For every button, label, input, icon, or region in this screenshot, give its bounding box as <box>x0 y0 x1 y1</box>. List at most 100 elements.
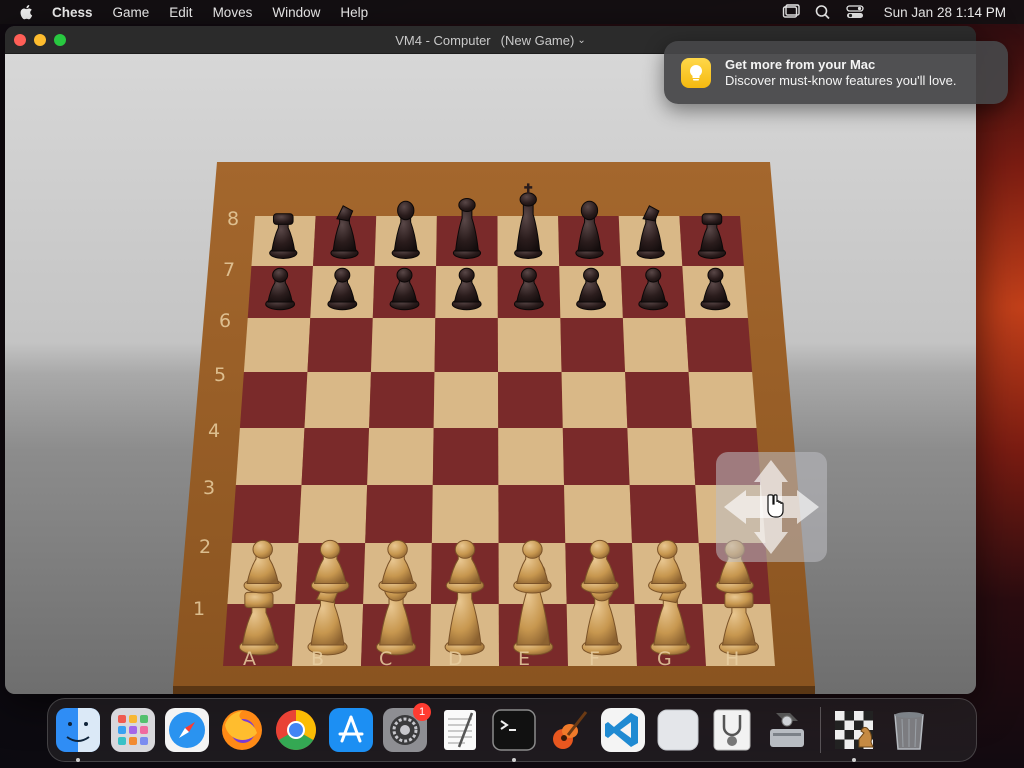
dock-garageband[interactable] <box>546 707 592 753</box>
dock-separator <box>820 707 821 753</box>
square-b5[interactable] <box>304 372 371 428</box>
menu-help[interactable]: Help <box>340 5 368 20</box>
square-a3[interactable] <box>231 485 302 543</box>
running-indicator <box>852 758 856 762</box>
dock-vscode[interactable] <box>600 707 646 753</box>
dock-chrome[interactable] <box>273 707 319 753</box>
status-area: Sun Jan 28 1:14 PM <box>782 4 1006 20</box>
rank-label-4: 4 <box>208 420 221 442</box>
dock-finder[interactable] <box>55 707 101 762</box>
rank-label-7: 7 <box>223 259 236 281</box>
menu-game[interactable]: Game <box>113 5 150 20</box>
file-label-e: E <box>518 648 531 670</box>
square-a6[interactable] <box>243 318 311 372</box>
dock-app-store[interactable] <box>328 707 374 753</box>
board-frame-edge <box>173 686 815 694</box>
square-b6[interactable] <box>307 318 373 372</box>
menu-window[interactable]: Window <box>272 5 320 20</box>
screen-mirroring-icon[interactable] <box>782 4 800 20</box>
menu-edit[interactable]: Edit <box>169 5 192 20</box>
running-indicator <box>76 758 80 762</box>
square-h6[interactable] <box>685 318 753 372</box>
square-g4[interactable] <box>627 428 696 485</box>
square-c3[interactable] <box>365 485 433 543</box>
square-f4[interactable] <box>562 428 630 485</box>
square-a5[interactable] <box>239 372 308 428</box>
square-e6[interactable] <box>497 318 562 372</box>
guitar-icon <box>552 711 587 749</box>
square-h5[interactable] <box>688 372 757 428</box>
launchpad-icon <box>110 708 155 752</box>
dock-blank-app[interactable] <box>655 707 701 753</box>
tips-notification[interactable]: Get more from your Mac Discover must-kno… <box>664 41 1008 104</box>
close-window-button[interactable] <box>14 33 26 46</box>
rank-label-5: 5 <box>214 364 227 386</box>
dock-trash[interactable] <box>886 707 932 753</box>
terminal-icon <box>492 709 536 751</box>
menu-moves[interactable]: Moves <box>213 5 253 20</box>
square-f6[interactable] <box>560 318 626 372</box>
square-d5[interactable] <box>433 372 499 428</box>
dock-textedit[interactable] <box>437 707 483 753</box>
safari-compass-icon <box>165 708 209 752</box>
rank-label-8: 8 <box>227 208 240 230</box>
dock-firefox[interactable] <box>219 707 265 753</box>
square-a4[interactable] <box>235 428 305 485</box>
spotlight-search-icon[interactable] <box>814 4 832 20</box>
file-label-b: B <box>311 648 325 670</box>
board-squares[interactable] <box>223 216 775 666</box>
disk-utility-icon <box>769 713 804 747</box>
control-center-icon[interactable] <box>846 4 864 20</box>
square-g3[interactable] <box>629 485 699 543</box>
file-label-g: G <box>657 648 672 670</box>
square-d3[interactable] <box>431 485 499 543</box>
game-scene: 8 7 6 5 4 3 2 1 A B C D E F G H <box>5 54 976 694</box>
square-f5[interactable] <box>561 372 628 428</box>
window-title-text: VM4 - Computer <box>395 32 491 48</box>
square-d4[interactable] <box>432 428 499 485</box>
dock: 1 <box>47 698 977 762</box>
finder-icon <box>56 708 100 752</box>
file-label-f: F <box>589 648 600 670</box>
square-c5[interactable] <box>369 372 435 428</box>
square-c6[interactable] <box>370 318 436 372</box>
square-f3[interactable] <box>564 485 633 543</box>
dock-disk-utility[interactable] <box>764 707 810 753</box>
chess-app-icon <box>835 711 874 749</box>
menu-clock[interactable]: Sun Jan 28 1:14 PM <box>884 5 1006 20</box>
square-b3[interactable] <box>298 485 368 543</box>
square-e4[interactable] <box>498 428 565 485</box>
dock-preview[interactable] <box>709 707 755 753</box>
blank-app-icon <box>657 709 698 751</box>
chess-board[interactable]: 8 7 6 5 4 3 2 1 A B C D E F G H <box>5 54 976 694</box>
minimize-window-button[interactable] <box>34 33 46 46</box>
board-graphic[interactable] <box>5 54 976 694</box>
dock-system-settings[interactable]: 1 <box>382 703 431 753</box>
rank-label-2: 2 <box>199 536 212 558</box>
dock-launchpad[interactable] <box>110 707 156 753</box>
chrome-icon <box>276 710 316 750</box>
trash-icon <box>893 712 924 750</box>
move-arrows-icon[interactable] <box>716 452 827 562</box>
file-label-a: A <box>243 648 256 670</box>
square-g5[interactable] <box>625 372 692 428</box>
square-e5[interactable] <box>498 372 563 428</box>
dock-terminal[interactable] <box>491 707 537 762</box>
square-e3[interactable] <box>498 485 566 543</box>
file-label-c: C <box>379 648 393 670</box>
chevron-down-icon[interactable]: ⌄ <box>577 35 585 46</box>
square-g6[interactable] <box>622 318 689 372</box>
notification-body: Discover must-know features you'll love. <box>725 72 957 88</box>
menu-app-chess[interactable]: Chess <box>52 5 93 20</box>
square-d6[interactable] <box>434 318 499 372</box>
square-c4[interactable] <box>367 428 434 485</box>
notification-badge: 1 <box>413 703 431 721</box>
square-b4[interactable] <box>301 428 370 485</box>
apple-menu-icon[interactable] <box>18 3 36 21</box>
game-subtitle[interactable]: (New Game) <box>501 33 575 48</box>
zoom-window-button[interactable] <box>54 33 66 46</box>
notification-title: Get more from your Mac <box>725 56 876 72</box>
dock-chess[interactable] <box>831 707 877 762</box>
dock-safari[interactable] <box>164 707 210 753</box>
board-rotate-control[interactable] <box>716 452 827 562</box>
